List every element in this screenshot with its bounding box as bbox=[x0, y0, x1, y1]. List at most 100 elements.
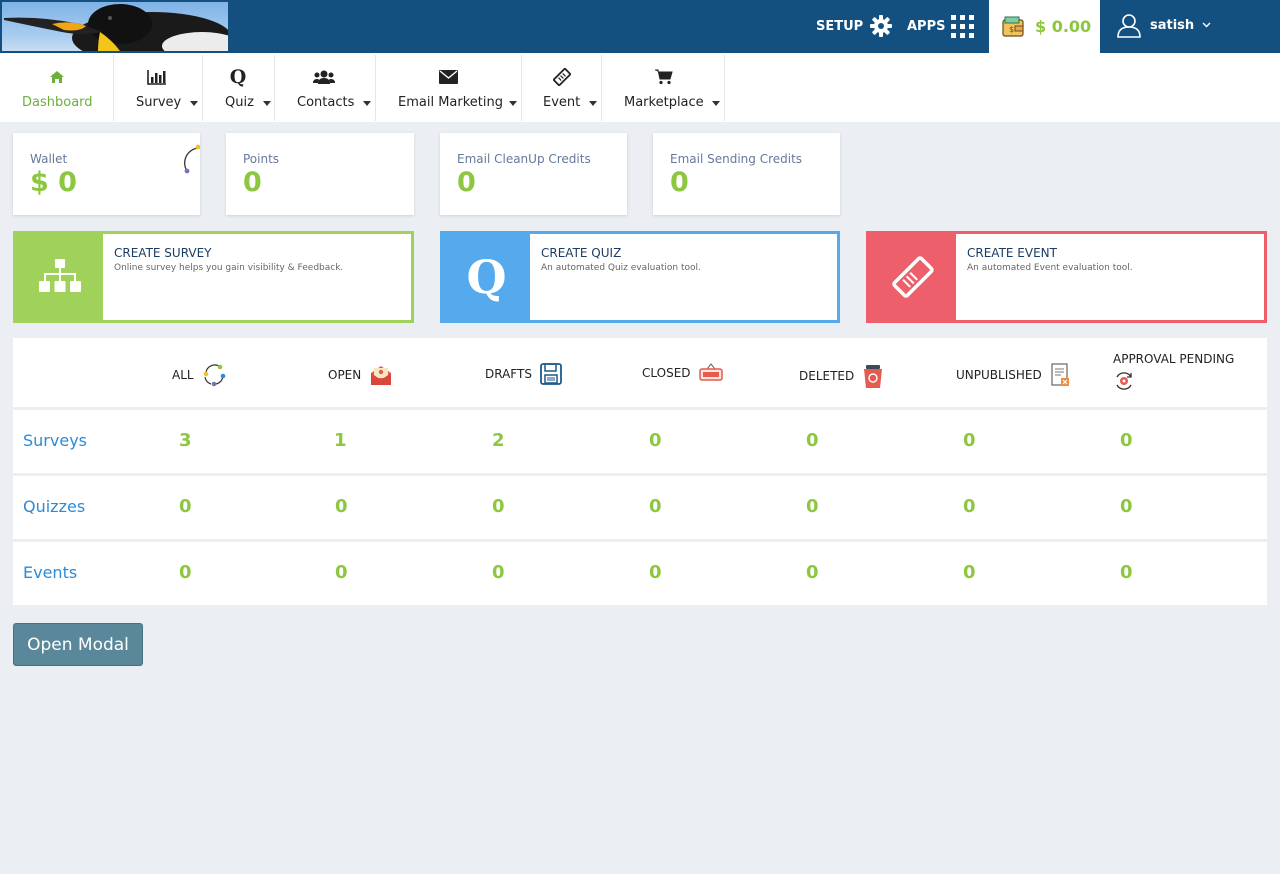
setup-button[interactable]: SETUP bbox=[816, 14, 893, 38]
refresh-icon[interactable] bbox=[181, 143, 200, 183]
nav-item-email-marketing[interactable]: Email Marketing bbox=[376, 55, 522, 121]
create-event-desc: An automated Event evaluation tool. bbox=[967, 263, 1133, 273]
caret-down-icon bbox=[509, 101, 517, 106]
create-survey-desc: Online survey helps you gain visibility … bbox=[114, 263, 344, 273]
email-sending-credits-label: Email Sending Credits bbox=[670, 152, 803, 166]
cell-surveys-approval-pending[interactable]: 0 bbox=[1120, 430, 1133, 451]
col-all[interactable]: ALL bbox=[172, 363, 226, 387]
create-event-tile[interactable]: CREATE EVENT An automated Event evaluati… bbox=[866, 231, 1267, 323]
users-icon bbox=[312, 67, 336, 87]
ticket-icon bbox=[869, 234, 956, 320]
nav-label-email-marketing: Email Marketing bbox=[398, 95, 503, 110]
col-deleted[interactable]: DELETED bbox=[799, 363, 884, 389]
top-bar: SETUP APPS $ $ 0.00 satish bbox=[0, 0, 1280, 53]
table-row-quizzes: Quizzes 0 0 0 0 0 0 0 bbox=[13, 476, 1267, 539]
open-envelope-icon bbox=[371, 366, 392, 385]
cell-quizzes-drafts[interactable]: 0 bbox=[492, 496, 505, 517]
col-unpublished[interactable]: UNPUBLISHED bbox=[956, 363, 1070, 387]
col-closed[interactable]: CLOSED bbox=[642, 363, 723, 383]
caret-down-icon bbox=[712, 101, 720, 106]
email-cleanup-credits-card: Email CleanUp Credits 0 bbox=[440, 133, 627, 215]
col-all-label: ALL bbox=[172, 368, 194, 382]
cell-quizzes-deleted[interactable]: 0 bbox=[806, 496, 819, 517]
closed-sign-icon bbox=[698, 363, 723, 381]
header-wallet[interactable]: $ $ 0.00 bbox=[989, 0, 1100, 53]
nav-item-contacts[interactable]: Contacts bbox=[275, 55, 376, 121]
cell-quizzes-approval-pending[interactable]: 0 bbox=[1120, 496, 1133, 517]
email-sending-credits-card: Email Sending Credits 0 bbox=[653, 133, 840, 215]
nav-item-survey[interactable]: Survey bbox=[114, 55, 203, 121]
svg-text:$: $ bbox=[1009, 25, 1014, 34]
nav-label-dashboard: Dashboard bbox=[22, 95, 93, 110]
nav-label-contacts: Contacts bbox=[297, 95, 355, 110]
cell-surveys-deleted[interactable]: 0 bbox=[806, 430, 819, 451]
cell-surveys-drafts[interactable]: 2 bbox=[492, 430, 505, 451]
logo[interactable] bbox=[2, 2, 228, 51]
cell-surveys-all[interactable]: 3 bbox=[179, 430, 192, 451]
all-cycle-icon bbox=[203, 364, 225, 387]
username: satish bbox=[1150, 17, 1195, 33]
sitemap-icon bbox=[16, 234, 103, 320]
email-sending-credits-value: 0 bbox=[670, 167, 689, 198]
cell-events-closed[interactable]: 0 bbox=[649, 562, 662, 583]
cell-events-unpublished[interactable]: 0 bbox=[963, 562, 976, 583]
email-cleanup-credits-value: 0 bbox=[457, 167, 476, 198]
cell-surveys-closed[interactable]: 0 bbox=[649, 430, 662, 451]
row-label-events[interactable]: Events bbox=[23, 563, 77, 582]
col-drafts[interactable]: DRAFTS bbox=[485, 363, 562, 385]
cell-events-all[interactable]: 0 bbox=[179, 562, 192, 583]
nav-item-dashboard[interactable]: Dashboard bbox=[0, 55, 114, 121]
wallet-card[interactable]: Wallet $ 0 bbox=[13, 133, 200, 215]
cell-events-deleted[interactable]: 0 bbox=[806, 562, 819, 583]
points-card-label: Points bbox=[243, 152, 280, 166]
wallet-card-label: Wallet bbox=[30, 152, 68, 166]
row-label-quizzes[interactable]: Quizzes bbox=[23, 497, 85, 516]
nav-label-quiz: Quiz bbox=[225, 95, 254, 110]
caret-down-icon bbox=[263, 101, 271, 106]
col-open[interactable]: OPEN bbox=[328, 363, 393, 387]
stats-header-row: ALL OPEN DRAFTS CLOSED DELETED UNPUBLISH… bbox=[13, 338, 1267, 407]
main-nav: Dashboard Survey Q Quiz Contacts Email M… bbox=[0, 53, 1280, 122]
ticket-icon bbox=[551, 67, 573, 87]
home-icon bbox=[0, 67, 114, 87]
cell-events-open[interactable]: 0 bbox=[335, 562, 348, 583]
create-quiz-title: CREATE QUIZ bbox=[541, 246, 622, 260]
open-modal-button[interactable]: Open Modal bbox=[13, 623, 143, 666]
cell-quizzes-all[interactable]: 0 bbox=[179, 496, 192, 517]
cell-quizzes-open[interactable]: 0 bbox=[335, 496, 348, 517]
create-quiz-tile[interactable]: Q CREATE QUIZ An automated Quiz evaluati… bbox=[440, 231, 840, 323]
cell-surveys-open[interactable]: 1 bbox=[334, 430, 347, 451]
cell-quizzes-closed[interactable]: 0 bbox=[649, 496, 662, 517]
wallet-card-value: $ 0 bbox=[30, 167, 77, 198]
row-label-surveys[interactable]: Surveys bbox=[23, 431, 87, 450]
apps-label: APPS bbox=[907, 18, 946, 34]
nav-item-marketplace[interactable]: Marketplace bbox=[602, 55, 725, 121]
gear-icon bbox=[870, 15, 893, 37]
cart-icon bbox=[653, 67, 675, 87]
apps-button[interactable]: APPS bbox=[907, 14, 975, 38]
points-card: Points 0 bbox=[226, 133, 414, 215]
email-cleanup-credits-label: Email CleanUp Credits bbox=[457, 152, 591, 166]
caret-down-icon bbox=[363, 101, 371, 106]
trash-bin-icon bbox=[864, 365, 883, 388]
col-deleted-label: DELETED bbox=[799, 369, 855, 383]
cell-quizzes-unpublished[interactable]: 0 bbox=[963, 496, 976, 517]
table-row-surveys: Surveys 3 1 2 0 0 0 0 bbox=[13, 410, 1267, 473]
cell-surveys-unpublished[interactable]: 0 bbox=[963, 430, 976, 451]
cell-events-drafts[interactable]: 0 bbox=[492, 562, 505, 583]
user-menu[interactable]: satish bbox=[1116, 10, 1211, 40]
table-row-events: Events 0 0 0 0 0 0 0 bbox=[13, 542, 1267, 605]
nav-item-quiz[interactable]: Q Quiz bbox=[203, 55, 275, 121]
user-icon bbox=[1117, 14, 1141, 38]
quiz-q-icon: Q bbox=[443, 234, 530, 320]
create-survey-title: CREATE SURVEY bbox=[114, 246, 212, 260]
nav-item-event[interactable]: Event bbox=[522, 55, 602, 121]
floppy-disk-icon bbox=[540, 363, 562, 385]
cell-events-approval-pending[interactable]: 0 bbox=[1120, 562, 1133, 583]
nav-label-survey: Survey bbox=[136, 95, 182, 110]
create-survey-tile[interactable]: CREATE SURVEY Online survey helps you ga… bbox=[13, 231, 414, 323]
chevron-down-icon bbox=[1202, 22, 1211, 28]
col-approval-pending[interactable]: APPROVAL PENDING bbox=[1113, 352, 1234, 395]
create-quiz-desc: An automated Quiz evaluation tool. bbox=[541, 263, 701, 273]
nav-label-event: Event bbox=[543, 95, 581, 110]
